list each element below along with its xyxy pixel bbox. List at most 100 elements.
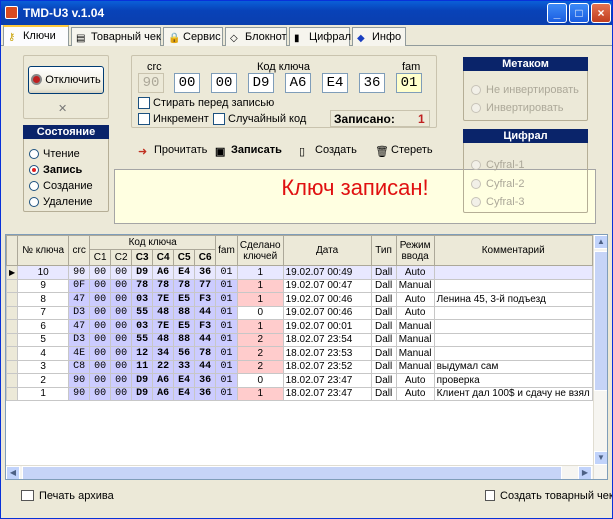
create-button[interactable]: ▯ Создать bbox=[299, 144, 357, 158]
key-byte-4[interactable]: A6 bbox=[285, 73, 311, 93]
cell-key-number[interactable]: 10 bbox=[17, 265, 70, 280]
col-type[interactable]: Тип bbox=[370, 235, 397, 266]
cell-c4[interactable]: 78 bbox=[152, 278, 175, 293]
state-write-radio[interactable] bbox=[29, 165, 39, 175]
cell-c2[interactable]: 00 bbox=[110, 386, 133, 401]
cell-made[interactable]: 1 bbox=[236, 319, 284, 334]
cell-c6[interactable]: 44 bbox=[194, 332, 217, 347]
cell-made[interactable]: 1 bbox=[236, 292, 284, 307]
cell-c2[interactable]: 00 bbox=[110, 265, 133, 280]
cell-c4[interactable]: 48 bbox=[152, 332, 175, 347]
cell-mode[interactable]: Manual bbox=[395, 319, 435, 334]
cell-crc[interactable]: C8 bbox=[68, 359, 91, 374]
cell-c5[interactable]: E4 bbox=[173, 265, 196, 280]
table-row[interactable]: 3 C8 00 00 11 22 33 44 01 2 18.02.07 23:52 Dall Manu… bbox=[6, 359, 593, 374]
metakom-invert-radio[interactable] bbox=[471, 103, 481, 113]
cell-c2[interactable]: 00 bbox=[110, 332, 133, 347]
cell-c2[interactable]: 00 bbox=[110, 305, 133, 320]
cell-type[interactable]: Dall bbox=[370, 386, 397, 401]
cell-c6[interactable]: 36 bbox=[194, 386, 217, 401]
vertical-scrollbar[interactable]: ▲ ▼ bbox=[593, 235, 607, 479]
cell-type[interactable]: Dall bbox=[370, 319, 397, 334]
cell-c3[interactable]: 12 bbox=[131, 346, 154, 361]
tab-notepad[interactable]: ◇ Блокнот bbox=[225, 27, 287, 46]
cell-c1[interactable]: 00 bbox=[89, 373, 112, 388]
erase-before-write-checkbox[interactable] bbox=[138, 97, 150, 109]
cell-made[interactable]: 1 bbox=[236, 278, 284, 293]
cell-key-number[interactable]: 1 bbox=[17, 386, 70, 401]
table-row[interactable]: 6 47 00 00 03 7E E5 F3 01 1 19.02.07 00:01 Dall Manu… bbox=[6, 319, 593, 334]
cell-fam[interactable]: 01 bbox=[215, 265, 238, 280]
table-row[interactable]: 9 0F 00 00 78 78 78 77 01 1 19.02.07 00:47 Dall Manu… bbox=[6, 278, 593, 293]
col-crc[interactable]: crc bbox=[68, 235, 91, 266]
cell-comment[interactable] bbox=[433, 265, 593, 280]
cell-c6[interactable]: 36 bbox=[194, 265, 217, 280]
erase-button[interactable]: 🗑 Стереть bbox=[375, 144, 433, 158]
tab-receipt[interactable]: ▤ Товарный чек bbox=[71, 27, 161, 46]
col-c3[interactable]: C3 bbox=[131, 249, 154, 266]
cell-made[interactable]: 2 bbox=[236, 332, 284, 347]
cell-fam[interactable]: 01 bbox=[215, 278, 238, 293]
cell-comment[interactable] bbox=[433, 278, 593, 293]
col-c5[interactable]: C5 bbox=[173, 249, 196, 266]
cell-c3[interactable]: 03 bbox=[131, 319, 154, 334]
cell-c5[interactable]: E5 bbox=[173, 292, 196, 307]
minimize-button[interactable]: _ bbox=[547, 3, 567, 23]
cell-mode[interactable]: Manual bbox=[395, 346, 435, 361]
create-receipt-button[interactable]: Создать товарный чек bbox=[485, 490, 612, 502]
cell-mode[interactable]: Auto bbox=[395, 386, 435, 401]
cell-c4[interactable]: 34 bbox=[152, 346, 175, 361]
col-comment[interactable]: Комментарий bbox=[433, 235, 593, 266]
cell-type[interactable]: Dall bbox=[370, 332, 397, 347]
table-row[interactable]: 7 D3 00 00 55 48 88 44 01 0 19.02.07 00:46 Dall Auto bbox=[6, 305, 593, 320]
cell-mode[interactable]: Manual bbox=[395, 278, 435, 293]
cell-comment[interactable]: Ленина 45, 3-й подъезд bbox=[433, 292, 593, 307]
cell-fam[interactable]: 01 bbox=[215, 346, 238, 361]
increment-checkbox[interactable] bbox=[138, 113, 150, 125]
cell-c4[interactable]: 7E bbox=[152, 319, 175, 334]
cell-made[interactable]: 0 bbox=[236, 305, 284, 320]
cell-c1[interactable]: 00 bbox=[89, 319, 112, 334]
cell-date[interactable]: 18.02.07 23:47 bbox=[282, 386, 372, 401]
cell-c5[interactable]: 78 bbox=[173, 278, 196, 293]
cell-c1[interactable]: 00 bbox=[89, 278, 112, 293]
cell-c6[interactable]: 36 bbox=[194, 373, 217, 388]
cell-type[interactable]: Dall bbox=[370, 305, 397, 320]
cell-date[interactable]: 18.02.07 23:52 bbox=[282, 359, 372, 374]
table-row[interactable]: 1 90 00 00 D9 A6 E4 36 01 1 18.02.07 23:47 Dall Auto… bbox=[6, 386, 593, 401]
cell-made[interactable]: 2 bbox=[236, 359, 284, 374]
close-button[interactable]: × bbox=[591, 3, 611, 23]
cell-comment[interactable]: Клиент дал 100$ и сдачу не взял bbox=[433, 386, 593, 401]
cell-c3[interactable]: D9 bbox=[131, 265, 154, 280]
cell-fam[interactable]: 01 bbox=[215, 332, 238, 347]
cell-key-number[interactable]: 2 bbox=[17, 373, 70, 388]
col-made[interactable]: Сделано ключей bbox=[236, 235, 284, 266]
cell-fam[interactable]: 01 bbox=[215, 305, 238, 320]
cell-c1[interactable]: 00 bbox=[89, 386, 112, 401]
scroll-up-icon[interactable]: ▲ bbox=[594, 235, 607, 249]
tab-cyfral[interactable]: ▮ Цифрал bbox=[289, 27, 351, 46]
cell-c5[interactable]: 88 bbox=[173, 305, 196, 320]
cell-c2[interactable]: 00 bbox=[110, 346, 133, 361]
state-delete-radio[interactable] bbox=[29, 197, 39, 207]
col-fam[interactable]: fam bbox=[215, 235, 238, 266]
cell-c3[interactable]: 11 bbox=[131, 359, 154, 374]
cell-c6[interactable]: F3 bbox=[194, 292, 217, 307]
cell-date[interactable]: 19.02.07 00:49 bbox=[282, 265, 372, 280]
col-c6[interactable]: C6 bbox=[194, 249, 217, 266]
scroll-down-icon[interactable]: ▼ bbox=[594, 451, 607, 465]
cell-c4[interactable]: A6 bbox=[152, 265, 175, 280]
cell-made[interactable]: 0 bbox=[236, 373, 284, 388]
random-code-checkbox[interactable] bbox=[213, 113, 225, 125]
cell-mode[interactable]: Manual bbox=[395, 332, 435, 347]
cell-mode[interactable]: Auto bbox=[395, 305, 435, 320]
cell-c3[interactable]: D9 bbox=[131, 386, 154, 401]
scroll-left-icon[interactable]: ◀ bbox=[6, 466, 20, 479]
cell-crc[interactable]: 4E bbox=[68, 346, 91, 361]
cell-key-number[interactable]: 8 bbox=[17, 292, 70, 307]
cell-c5[interactable]: E4 bbox=[173, 386, 196, 401]
cell-comment[interactable]: выдумал сам bbox=[433, 359, 593, 374]
cell-c3[interactable]: 55 bbox=[131, 332, 154, 347]
cell-key-number[interactable]: 6 bbox=[17, 319, 70, 334]
cell-crc[interactable]: 90 bbox=[68, 265, 91, 280]
